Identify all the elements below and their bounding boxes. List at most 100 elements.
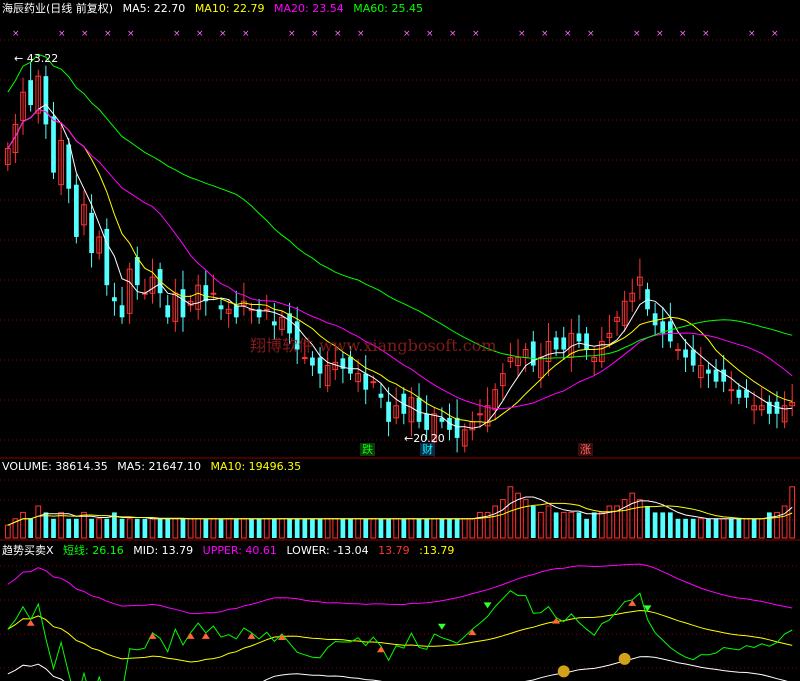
volume-bar: [256, 518, 262, 538]
event-marker: ×: [311, 29, 319, 39]
volume-bar: [660, 512, 666, 538]
volume-bar: [522, 499, 529, 539]
volume-bar: [66, 518, 72, 538]
volume-bar: [743, 518, 750, 539]
candle-body: [576, 333, 582, 342]
volume-label: VOLUME: 38614.35: [2, 460, 108, 473]
volume-bar: [142, 518, 148, 538]
volume-bar: [225, 518, 232, 539]
volume-bar: [157, 518, 163, 538]
candle-body: [119, 305, 125, 318]
candle-body: [28, 80, 34, 106]
lower-label: LOWER: -13.04: [286, 544, 369, 557]
vol-ma10-label: MA10: 19496.35: [210, 460, 302, 473]
vol-ma5-label: MA5: 21647.10: [117, 460, 201, 473]
candle-body: [370, 381, 377, 384]
volume-bar: [187, 518, 194, 539]
event-marker: ×: [633, 29, 641, 39]
volume-bar: [706, 518, 711, 538]
volume-ma10-line: [7, 502, 793, 526]
event-badge-rise[interactable]: 涨: [578, 443, 593, 456]
candle-body: [271, 321, 277, 326]
candle-body: [104, 228, 110, 286]
volume-bar: [20, 511, 26, 539]
candle-body: [728, 389, 735, 392]
volume-bar: [35, 505, 42, 539]
volume-bar: [165, 518, 171, 538]
indicator-name: 趋势买卖X: [2, 544, 54, 557]
volume-bar: [560, 511, 567, 539]
candle-body: [165, 305, 171, 318]
volume-bar: [149, 518, 156, 539]
volume-bar: [530, 506, 536, 538]
candle-body: [218, 305, 224, 310]
event-marker: ×: [564, 29, 572, 39]
event-badge-finance[interactable]: 财: [420, 443, 435, 456]
volume-bar: [431, 518, 438, 539]
candle-body: [675, 348, 681, 351]
ma10-line: [7, 108, 793, 424]
volume-bar: [781, 505, 788, 539]
ma20-line: [7, 108, 793, 410]
event-marker: ×: [403, 29, 411, 39]
event-marker: ×: [196, 29, 204, 39]
volume-bar: [241, 518, 247, 539]
volume-bar: [249, 518, 254, 538]
volume-bar: [363, 518, 369, 538]
ma60-label: MA60: 25.45: [353, 2, 423, 15]
volume-bar: [126, 518, 133, 539]
volume-bar: [210, 518, 217, 539]
candle-body: [233, 305, 239, 318]
candle-body: [477, 413, 483, 416]
volume-bar: [386, 518, 391, 538]
ma60-line: [7, 53, 793, 360]
event-marker: ×: [104, 29, 112, 39]
volume-bar: [584, 518, 589, 538]
event-marker: ×: [127, 29, 135, 39]
volume-bar: [408, 518, 415, 539]
candle-body: [713, 369, 719, 382]
candle-body: [386, 401, 391, 422]
volume-bar: [393, 518, 400, 539]
volume-bar: [606, 505, 613, 539]
volume-bar: [591, 512, 597, 538]
volume-bar: [507, 486, 514, 539]
candle-body: [317, 357, 323, 374]
candle-body: [721, 369, 727, 382]
event-marker: ×: [518, 29, 526, 39]
volume-bar: [355, 518, 361, 539]
event-marker: ×: [656, 29, 664, 39]
volume-ma5-line: [7, 496, 793, 526]
candle-body: [561, 337, 567, 350]
volume-bar: [598, 511, 605, 539]
volume-bar: [416, 518, 422, 538]
stock-chart-window: × × × × × × × × × × × × × × × × × × × × × × × × × × × 海辰药业(日线 前复权)…: [0, 0, 800, 681]
volume-bar: [683, 518, 688, 538]
event-marker: ×: [541, 29, 549, 39]
candle-body: [89, 212, 94, 254]
ma10-label: MA10: 22.79: [194, 2, 265, 15]
buy-signal-arrow: [376, 646, 385, 653]
volume-bar: [203, 518, 209, 538]
candle-body: [112, 297, 117, 302]
signal-coin-icon: [618, 652, 631, 665]
volume-bar: [789, 486, 796, 539]
volume-bar: [218, 518, 224, 538]
event-marker: ×: [242, 29, 250, 39]
price-header: 海辰药业(日线 前复权) MA5: 22.70 MA10: 22.79 MA20…: [2, 2, 429, 15]
candle-body: [736, 389, 742, 398]
signal-coin-icon: [557, 665, 570, 678]
volume-bar: [713, 518, 719, 538]
volume-bar: [728, 518, 734, 538]
volume-bar: [461, 518, 468, 539]
ma20-label: MA20: 23.54: [274, 2, 344, 15]
candle-body: [301, 357, 308, 360]
sell-signal-arrow: [483, 602, 492, 609]
volume-bar: [271, 518, 277, 538]
event-marker: ×: [12, 29, 20, 39]
volume-bar: [180, 518, 186, 538]
event-badge-fall[interactable]: 跌: [360, 443, 375, 456]
volume-bar: [73, 518, 79, 538]
event-marker: ×: [81, 29, 89, 39]
volume-bar: [545, 505, 552, 539]
